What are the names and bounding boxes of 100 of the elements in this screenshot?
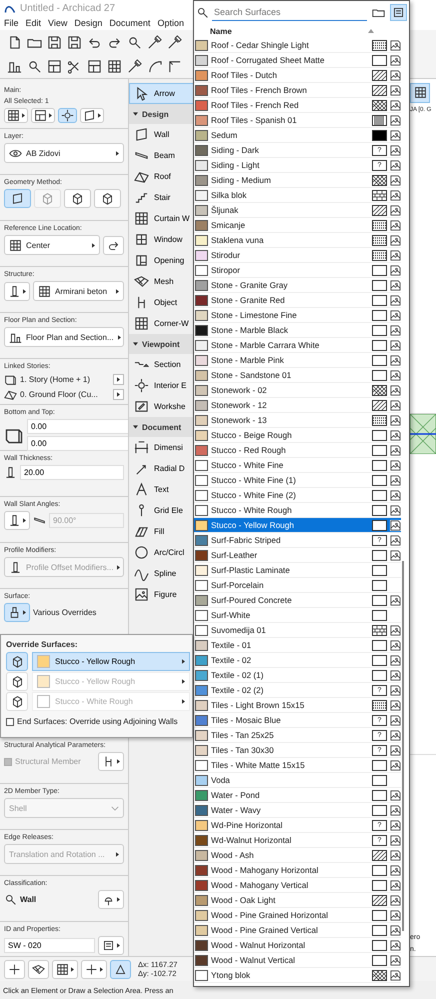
selection-tool-button[interactable] (410, 83, 430, 103)
surface-row[interactable]: Stucco - White Fine (194, 458, 401, 473)
surface-row[interactable]: Silka blok (194, 188, 401, 203)
surface-side-button[interactable] (6, 652, 28, 671)
column-header[interactable]: Name (210, 26, 232, 36)
reference-line-dropdown[interactable]: Center (4, 235, 100, 255)
toolbox-header[interactable]: Viewpoint (129, 334, 194, 354)
tool-button[interactable]: Curtain W (129, 208, 194, 229)
search-field[interactable]: Search Surfaces (212, 4, 367, 21)
menu-item[interactable]: File (4, 18, 19, 28)
surface-row[interactable]: Surf-Poured Concrete (194, 593, 401, 608)
surface-row[interactable]: Roof Tiles - Dutch (194, 68, 401, 83)
surface-row[interactable]: Tiles - White Matte 15x15 (194, 758, 401, 773)
snap-button[interactable] (4, 960, 25, 978)
tool-button[interactable]: Workshe (129, 396, 194, 417)
grid-snap-button[interactable] (52, 960, 78, 978)
surface-row[interactable]: Wood - Mahogany Vertical (194, 878, 401, 893)
surface-row[interactable]: Roof Tiles - French Brown (194, 83, 401, 98)
tool-button[interactable]: Beam (129, 145, 194, 166)
wall-type-button[interactable] (80, 108, 104, 123)
surface-row[interactable]: Surf-White (194, 608, 401, 623)
surface-row[interactable]: Textile - 02 (1) (194, 668, 401, 683)
surface-row[interactable]: Stone - Marble Carrara White (194, 338, 401, 353)
surface-row[interactable]: Voda (194, 773, 401, 788)
delta-button[interactable] (110, 960, 131, 978)
tool-button[interactable]: Object (129, 292, 194, 313)
surface-row[interactable]: Wood - Ash (194, 848, 401, 863)
menu-item[interactable]: View (48, 18, 68, 28)
surface-row[interactable]: Ytong blok (194, 968, 401, 983)
height-field[interactable]: 0.00 (27, 419, 128, 434)
tool-button[interactable]: Text (129, 479, 194, 500)
surface-row[interactable]: Stone - Marble Black (194, 323, 401, 338)
toolbox-header[interactable]: Design (129, 104, 194, 124)
surface-row[interactable]: Wood - Pine Grained Horizontal (194, 908, 401, 923)
surface-row[interactable]: Stonework - 12 (194, 398, 401, 413)
surface-row[interactable]: Stucco - White Fine (1) (194, 473, 401, 488)
height-field[interactable]: 0.00 (27, 436, 128, 451)
structure-type-button[interactable] (4, 282, 30, 300)
surface-row[interactable]: Suvomedija 01 (194, 623, 401, 638)
surface-row[interactable]: Stonework - 13 (194, 413, 401, 428)
list-view-button[interactable] (390, 4, 407, 21)
id-field[interactable]: SW - 020 (4, 938, 95, 953)
tool-button[interactable]: Fill (129, 521, 194, 542)
surface-row[interactable]: Stucco - White Fine (2) (194, 488, 401, 503)
marquee-button[interactable] (31, 108, 55, 123)
surface-row[interactable]: Siding - Medium (194, 173, 401, 188)
material-dropdown[interactable]: Armirani beton (33, 281, 124, 301)
filter-button[interactable] (4, 108, 28, 123)
menu-item[interactable]: Design (74, 18, 102, 28)
surface-row[interactable]: Tiles - Light Brown 15x15 (194, 698, 401, 713)
surface-row[interactable]: Stucco - Yellow Rough (194, 518, 401, 533)
tool-button[interactable]: Wall (129, 124, 194, 145)
tool-button[interactable]: Opening (129, 250, 194, 271)
layer-dropdown[interactable]: AB Zidovi (4, 143, 124, 163)
surface-row[interactable]: Stonework - 02 (194, 383, 401, 398)
toolbox-header[interactable]: Document (129, 417, 194, 437)
surface-row[interactable]: Roof Tiles - Spanish 01 (194, 113, 401, 128)
surface-row[interactable]: Stone - Marble Pink (194, 353, 401, 368)
surface-row[interactable]: Wood - Mahogany Horizontal (194, 863, 401, 878)
surface-row[interactable]: Smicanje (194, 218, 401, 233)
menu-item[interactable]: Option (157, 18, 184, 28)
tool-button[interactable]: Arrow (129, 83, 194, 104)
surface-row[interactable]: Water - Pond (194, 788, 401, 803)
tool-button[interactable]: Grid Ele (129, 500, 194, 521)
tool-button[interactable]: Corner-W (129, 313, 194, 334)
point-button[interactable] (81, 960, 107, 978)
end-surfaces-checkbox[interactable]: End Surfaces: Override using Adjoining Walls (6, 717, 190, 726)
slant-type-button[interactable] (4, 511, 30, 530)
menu-item[interactable]: Edit (26, 18, 42, 28)
surface-row[interactable]: Stirodur (194, 248, 401, 263)
tool-button[interactable]: Window (129, 229, 194, 250)
tool-button[interactable]: Dimensi (129, 437, 194, 458)
tool-button[interactable]: Figure (129, 584, 194, 605)
surface-row[interactable]: Textile - 01 (194, 638, 401, 653)
tool-button[interactable]: Arc/Circl (129, 542, 194, 563)
surface-row[interactable]: Roof Tiles - French Red (194, 98, 401, 113)
surface-row[interactable]: Stone - Granite Red (194, 293, 401, 308)
surface-button[interactable] (4, 603, 30, 622)
floor-plan-dropdown[interactable]: Floor Plan and Section... (4, 327, 124, 347)
surface-row[interactable]: Water - Wavy (194, 803, 401, 818)
surface-dropdown[interactable]: Stucco - Yellow Rough (32, 652, 190, 671)
surface-row[interactable]: Wood - Walnut Vertical (194, 953, 401, 968)
tool-button[interactable]: Stair (129, 187, 194, 208)
tool-button[interactable]: Radial D (129, 458, 194, 479)
surface-row[interactable]: Surf-Plastic Laminate (194, 563, 401, 578)
surface-row[interactable]: Staklena vuna (194, 233, 401, 248)
surface-row[interactable]: Stone - Limestone Fine (194, 308, 401, 323)
story-button[interactable] (113, 374, 124, 385)
flip-button[interactable] (103, 236, 124, 254)
structural-button[interactable] (98, 752, 124, 771)
surface-row[interactable]: Wood - Pine Grained Vertical (194, 923, 401, 938)
surface-row[interactable]: Stone - Sandstone 01 (194, 368, 401, 383)
surface-row[interactable]: Stiropor (194, 263, 401, 278)
tool-button[interactable]: Interior E (129, 375, 194, 396)
properties-button[interactable] (98, 936, 124, 955)
surface-row[interactable]: Surf-Leather (194, 548, 401, 563)
surface-row[interactable]: Stucco - Beige Rough (194, 428, 401, 443)
classification-button[interactable] (98, 890, 124, 909)
surface-row[interactable]: Roof - Corrugated Sheet Matte (194, 53, 401, 68)
scrollbar[interactable] (402, 561, 404, 931)
